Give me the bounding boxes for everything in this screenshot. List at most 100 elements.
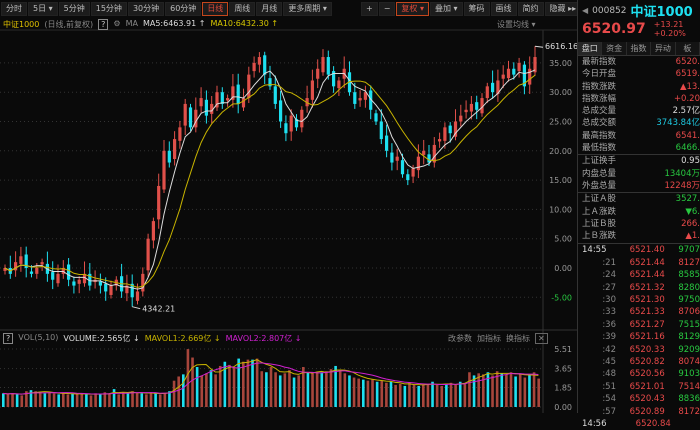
tick-row: :27 6521.32 8280 [578,282,700,294]
edit-params-button[interactable]: 改参数 [448,333,472,344]
period-button-6[interactable]: 日线 [202,2,229,16]
tick-price: 6520.56 [629,369,665,380]
volume-bar [468,372,471,407]
low-annotation: 4342.21 [142,305,175,314]
period-button-5[interactable]: 60分钟 [165,2,202,16]
tick-price: 6521.32 [629,282,665,293]
tick-row: 14:55 6521.40 9707 [578,244,700,256]
toolbar-button-1[interactable]: − [378,2,396,16]
tick-price: 6521.27 [629,319,665,330]
y-tick-label: -5.00 [551,293,572,302]
stat-row: 总成交量 2.57亿 [578,105,700,117]
ma5-value: MA5:6463.91 ↑ [142,19,206,28]
candle [241,98,246,108]
volume-bar [15,394,19,407]
volume-bar [232,367,236,407]
volume-info-bar: ? VOL(5,10) VOLUME:2.565亿 ↓ MAVOL1:2.669… [3,333,302,344]
period-button-4[interactable]: 30分钟 [127,2,165,16]
stat-value: 6466. [675,143,700,154]
tick-time: :42 [602,344,616,355]
tab-3[interactable]: 异动 [651,42,676,55]
switch-indicator-button[interactable]: 换指标 [506,333,530,344]
candle [432,144,436,163]
period-button-2[interactable]: 5分钟 [58,2,90,16]
tick-price: 6520.82 [629,356,665,367]
vol-tick-label: 1.85 [554,384,572,393]
volume-bar [200,375,204,407]
tick-volume: 8074 [678,356,700,367]
quote-name: 中证1000 [630,5,693,20]
vol-tick-label: 5.51 [554,345,572,354]
period-button-0[interactable]: 分时 [1,2,27,16]
toolbar-button-0[interactable]: + [361,2,378,16]
tick-volume: 7514 [678,381,700,392]
candle [501,74,505,79]
volume-bar [71,393,74,407]
volume-bar [163,393,167,407]
stat-row: 上Ｂ涨跌 ▲1. [578,230,700,242]
tick-row: :45 6520.82 8074 [578,356,700,368]
candle [40,262,44,265]
candle [188,107,193,128]
period-button-8[interactable]: 月线 [256,2,283,16]
vol-tick-label: 0.00 [554,403,572,412]
volume-bar [209,370,213,407]
add-indicator-button[interactable]: 加指标 [477,333,501,344]
stat-row: 外盘总量 12248万 [578,180,700,192]
volume-bar [371,379,374,407]
toolbar-button-5[interactable]: 画线 [490,2,517,16]
stat-row: 上Ａ涨跌 ▼6. [578,206,700,218]
toolbar-button-2[interactable]: 复权 ▾ [396,2,429,16]
candle [72,281,76,286]
toolbar-button-3[interactable]: 叠加 ▾ [429,2,463,16]
vol-help-button[interactable]: ? [3,333,14,344]
y-tick-label: 35.00 [549,59,572,68]
candle [284,123,288,134]
volume-bar [431,381,434,407]
tick-row: :36 6521.27 7515 [578,319,700,331]
candle [400,160,405,175]
volume-bar [228,364,231,407]
period-button-9[interactable]: 更多周期 ▾ [283,2,332,16]
volume-bar [375,381,379,407]
price-change: +13.21 [653,20,684,29]
tab-4[interactable]: 板 [675,42,700,55]
candle [337,80,341,89]
period-button-7[interactable]: 周线 [229,2,256,16]
help-button[interactable]: ? [98,19,109,30]
volume-bar [48,392,51,407]
stat-label: 总成交额 [582,118,617,129]
volume-bar [52,393,56,407]
candle [485,86,489,99]
period-button-3[interactable]: 15分钟 [90,2,127,16]
chart-toolbar: +−复权 ▾叠加 ▾筹码画线简约隐藏 ▸▸⛶ [361,2,598,16]
volume-bar [149,392,153,407]
kline-chart[interactable]: 35.00 30.00 25.00 20.00 15.00 10.00 5.00 0.00 -5… [0,0,577,413]
tick-volume: 8585 [678,270,700,281]
volume-bar [246,359,250,407]
chart-info-bar: 中证1000 (日线,前复权) ? ⚙ MA MA5:6463.91 ↑ MA1… [3,19,278,30]
tab-1[interactable]: 资金 [602,42,627,55]
quote-panel: ◀ 000852 中证1000 6520.97 +13.21 +0.20% 盘口… [577,0,700,429]
set-ma-button[interactable]: 设置均线 ▾ [497,19,536,30]
tab-2[interactable]: 指数 [626,42,652,55]
tick-volume: 9209 [678,344,700,355]
toolbar-button-6[interactable]: 简约 [517,2,544,16]
close-icon[interactable]: ✕ [535,333,548,344]
volume-bar [85,394,88,407]
period-button-1[interactable]: 5日 ▾ [28,2,58,16]
toolbar-button-7[interactable]: 隐藏 ▸▸ [544,2,582,16]
tick-price: 6521.16 [629,332,665,343]
candle [448,125,452,134]
toolbar-button-4[interactable]: 筹码 [463,2,490,16]
volume-bar [315,372,319,407]
volume-bar [292,377,296,407]
volume-bar [38,392,42,407]
tab-0[interactable]: 盘口 [578,42,603,55]
collapse-arrow-icon[interactable]: ◀ [582,6,588,15]
gear-icon[interactable]: ⚙ [113,19,120,30]
stat-label: 最高指数 [582,130,617,141]
candle [517,62,521,72]
volume-bar [398,383,402,407]
candle [135,291,140,301]
